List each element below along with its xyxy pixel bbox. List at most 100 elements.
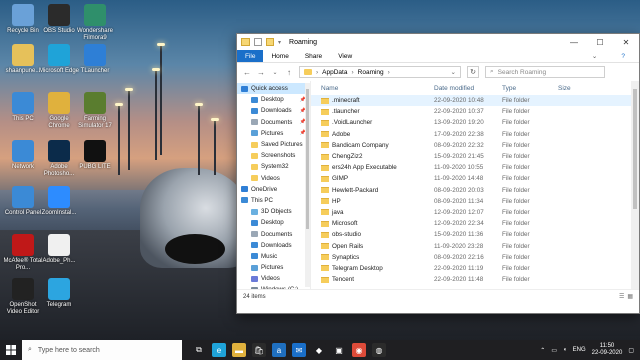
properties-icon[interactable]	[254, 38, 262, 46]
amazon-icon[interactable]: a	[272, 343, 286, 357]
forward-arrow-icon[interactable]: →	[257, 68, 265, 77]
tab-view[interactable]: View	[330, 50, 360, 62]
nav-item-documents[interactable]: Documents	[237, 228, 310, 239]
nav-item-system32[interactable]: System32	[237, 161, 310, 172]
notifications-icon[interactable]: ▢	[628, 347, 634, 354]
start-button[interactable]	[0, 340, 22, 360]
customize-qat-icon[interactable]: ▾	[278, 39, 281, 46]
column-name[interactable]: Name	[311, 85, 434, 92]
table-row[interactable]: HP 08-09-2020 11:34 File folder	[311, 196, 639, 207]
search-box[interactable]: ⌕ Search Roaming	[485, 66, 605, 78]
address-bar[interactable]: › AppData › Roaming › ⌄	[299, 66, 461, 78]
desktop-icon-telegram[interactable]: Telegram	[38, 278, 80, 309]
file-list-scrollbar[interactable]	[631, 81, 639, 289]
table-row[interactable]: .minecraft 22-09-2020 10:48 File folder	[311, 95, 639, 107]
column-date-modified[interactable]: Date modified	[434, 85, 502, 92]
language-indicator[interactable]: ENG	[573, 347, 586, 353]
nav-item-desktop[interactable]: Desktop 📌	[237, 94, 310, 105]
tab-share[interactable]: Share	[297, 50, 330, 62]
tab-home[interactable]: Home	[263, 50, 296, 62]
nav-item-downloads[interactable]: Downloads 📌	[237, 105, 310, 116]
nav-item-pictures[interactable]: Pictures 📌	[237, 128, 310, 139]
column-type[interactable]: Type	[502, 85, 558, 92]
obs-icon[interactable]: ◍	[372, 343, 386, 357]
desktop-icon-tlauncher[interactable]: TLauncher	[74, 44, 116, 75]
chrome-icon[interactable]: ◉	[352, 343, 366, 357]
table-row[interactable]: ChengZiz2 15-09-2020 21:45 File folder	[311, 151, 639, 162]
table-row[interactable]: ers24h App Executable 11-09-2020 10:55 Fil…	[311, 162, 639, 173]
table-row[interactable]: Open Rails 11-09-2020 23:28 File folder	[311, 240, 639, 251]
dropbox-icon[interactable]: ◆	[312, 343, 326, 357]
table-row[interactable]: obs-studio 15-09-2020 11:36 File folder	[311, 229, 639, 240]
volume-icon[interactable]: ◖	[563, 347, 567, 353]
desktop-icon-farming[interactable]: Farming Simulator 17	[74, 92, 116, 130]
desktop-icon-document[interactable]: Adobe_Ph...	[38, 234, 80, 265]
table-row[interactable]: GIMP 11-09-2020 14:48 File folder	[311, 173, 639, 184]
store-icon[interactable]: 🛍	[252, 343, 266, 357]
nav-item-documents[interactable]: Documents 📌	[237, 117, 310, 128]
file-explorer-window[interactable]: ▾ Roaming — ☐ ✕ File Home Share View ⌄ ?…	[236, 33, 640, 314]
table-row[interactable]: .tlauncher 22-09-2020 10:37 File folder	[311, 106, 639, 117]
nav-item-music[interactable]: Music	[237, 251, 310, 262]
help-icon[interactable]: ?	[613, 53, 633, 60]
mcafee-icon	[12, 234, 34, 256]
table-row[interactable]: Adobe 17-09-2020 22:38 File folder	[311, 129, 639, 140]
desktop-icon-filmora[interactable]: Wondershare Filmora9	[74, 4, 116, 42]
file-list[interactable]: Name Date modified Type Size .minecraft 2…	[311, 81, 639, 289]
chevron-up-icon[interactable]: ⌃	[540, 347, 545, 354]
explorer-icon[interactable]: ▬	[232, 343, 246, 357]
back-arrow-icon[interactable]: ←	[243, 68, 251, 77]
mail-icon[interactable]: ✉	[292, 343, 306, 357]
table-row[interactable]: .VoidLauncher 13-09-2020 19:20 File folder	[311, 117, 639, 128]
refresh-icon[interactable]: ↻	[467, 66, 479, 78]
folder-icon	[321, 276, 329, 283]
table-row[interactable]: Synaptics 08-09-2020 22:16 File folder	[311, 252, 639, 263]
nav-item-videos[interactable]: Videos	[237, 273, 310, 284]
taskbar-search-input[interactable]: Type here to search	[38, 347, 100, 354]
minimize-button[interactable]: —	[561, 34, 587, 50]
nav-item-pictures[interactable]: Pictures	[237, 262, 310, 273]
photos-icon[interactable]: ▣	[332, 343, 346, 357]
table-row[interactable]: Bandicam Company 08-09-2020 22:32 File fol…	[311, 140, 639, 151]
task-view-icon[interactable]: ⧉	[192, 343, 206, 357]
maximize-button[interactable]: ☐	[587, 34, 613, 50]
nav-item-onedrive[interactable]: OneDrive	[237, 184, 310, 195]
navigation-pane[interactable]: Quick access Desktop 📌 Downloads 📌 Documents 📌…	[237, 81, 311, 289]
edge-icon[interactable]: e	[212, 343, 226, 357]
nav-item-desktop[interactable]: Desktop	[237, 217, 310, 228]
large-icons-view-icon[interactable]: ▦	[627, 293, 633, 300]
network-icon[interactable]: ▭	[551, 347, 557, 354]
table-row[interactable]: Telegram Desktop 22-09-2020 11:19 File fol…	[311, 263, 639, 274]
nav-item-quick-access[interactable]: Quick access	[237, 83, 310, 95]
title-bar[interactable]: ▾ Roaming — ☐ ✕	[237, 34, 639, 50]
table-row[interactable]: Tencent 22-09-2020 11:48 File folder	[311, 274, 639, 285]
recent-locations-icon[interactable]: ⌄	[271, 69, 279, 76]
table-row[interactable]: Windows Updates Files21-09-2020 14:49Fil…	[311, 285, 639, 287]
chevron-down-icon[interactable]: ⌄	[451, 68, 456, 76]
desktop-icon-pubg[interactable]: PUBG LITE	[74, 140, 116, 171]
column-size[interactable]: Size	[558, 85, 598, 92]
clock[interactable]: 11:50 22-09-2020	[592, 343, 623, 357]
tab-file[interactable]: File	[237, 50, 264, 62]
taskbar-search[interactable]: ⌕ Type here to search	[22, 340, 182, 360]
nav-item-downloads[interactable]: Downloads	[237, 240, 310, 251]
nav-scrollbar[interactable]	[305, 83, 310, 287]
breadcrumb-roaming[interactable]: Roaming	[358, 69, 384, 76]
nav-item-saved-pictures[interactable]: Saved Pictures	[237, 139, 310, 150]
nav-item-windows-c[interactable]: Windows (C:)	[237, 284, 310, 289]
nav-item-this-pc[interactable]: This PC	[237, 195, 310, 206]
nav-item-3d-objects[interactable]: 3D Objects	[237, 206, 310, 217]
table-row[interactable]: Microsoft 12-09-2020 22:34 File folder	[311, 218, 639, 229]
nav-item-videos[interactable]: Videos	[237, 173, 310, 184]
new-folder-icon[interactable]	[266, 38, 274, 46]
expand-ribbon-icon[interactable]: ⌄	[584, 52, 605, 60]
nav-item-screenshots[interactable]: Screenshots	[237, 150, 310, 161]
breadcrumb-appdata[interactable]: AppData	[322, 69, 347, 76]
desktop-icon-zoom[interactable]: ZoomInstal...	[38, 186, 80, 217]
table-row[interactable]: java 12-09-2020 12:07 File folder	[311, 207, 639, 218]
details-view-icon[interactable]: ☰	[619, 293, 624, 300]
up-arrow-icon[interactable]: ↑	[285, 68, 293, 77]
table-row[interactable]: Hewlett-Packard 08-09-2020 20:03 File fold…	[311, 185, 639, 196]
search-input[interactable]: Search Roaming	[498, 69, 546, 76]
close-button[interactable]: ✕	[613, 34, 639, 50]
